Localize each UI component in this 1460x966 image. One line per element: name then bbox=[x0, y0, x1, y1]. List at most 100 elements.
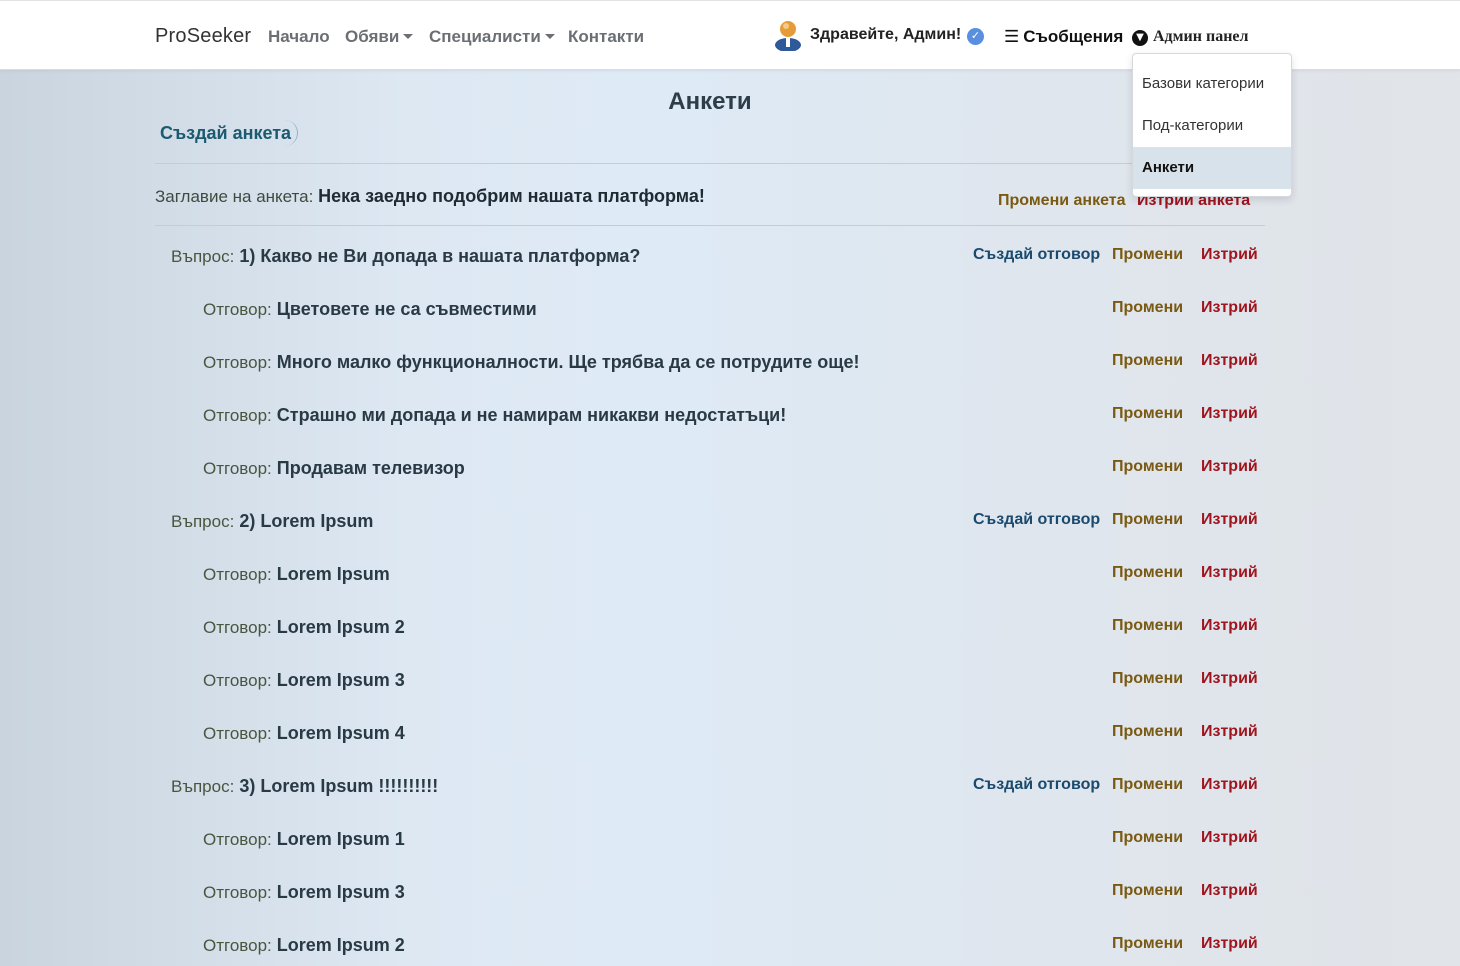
answer-label: Отговор: bbox=[203, 618, 272, 637]
answer-text: Отговор: Много малко функционалности. Ще… bbox=[203, 352, 859, 373]
create-answer-link[interactable]: Създай отговор bbox=[973, 246, 1100, 264]
edit-answer-link[interactable]: Промени bbox=[1112, 617, 1183, 635]
answer-value: Lorem Ipsum 2 bbox=[276, 935, 405, 955]
answer-label: Отговор: bbox=[203, 883, 272, 902]
question-label: Въпрос: bbox=[171, 512, 235, 531]
nav-specialists-dropdown[interactable]: Специалисти bbox=[429, 27, 555, 47]
nav-specialists-label: Специалисти bbox=[429, 27, 541, 46]
nav-ads-label: Обяви bbox=[345, 27, 400, 46]
dropdown-item-surveys[interactable]: Анкети bbox=[1133, 147, 1291, 189]
answer-row: Отговор: Страшно ми допада и не намирам … bbox=[0, 405, 1460, 435]
edit-answer-link[interactable]: Промени bbox=[1112, 458, 1183, 476]
answer-label: Отговор: bbox=[203, 565, 272, 584]
answer-text: Отговор: Lorem Ipsum 2 bbox=[203, 617, 405, 638]
survey-title: Заглавие на анкета: Нека заедно подобрим… bbox=[155, 186, 705, 207]
edit-answer-link[interactable]: Промени bbox=[1112, 670, 1183, 688]
brand-logo[interactable]: ProSeeker bbox=[155, 25, 251, 48]
answer-label: Отговор: bbox=[203, 459, 272, 478]
user-avatar-icon[interactable] bbox=[774, 19, 802, 51]
divider bbox=[155, 225, 1265, 226]
answer-row: Отговор: Lorem Ipsum 2 Промени Изтрий bbox=[0, 617, 1460, 647]
delete-question-link[interactable]: Изтрий bbox=[1201, 511, 1258, 529]
question-row: Въпрос: 2) Lorem Ipsum Създай отговор Пром… bbox=[0, 511, 1460, 541]
edit-answer-link[interactable]: Промени bbox=[1112, 405, 1183, 423]
admin-panel-toggle[interactable]: ▼ Админ панел bbox=[1132, 28, 1249, 46]
answer-row: Отговор: Lorem Ipsum Промени Изтрий bbox=[0, 564, 1460, 594]
answer-value: Lorem Ipsum 4 bbox=[276, 723, 405, 743]
edit-answer-link[interactable]: Промени bbox=[1112, 829, 1183, 847]
answer-value: Lorem Ipsum 3 bbox=[276, 882, 405, 902]
delete-question-link[interactable]: Изтрий bbox=[1201, 246, 1258, 264]
answer-value: Lorem Ipsum bbox=[276, 564, 390, 584]
answer-label: Отговор: bbox=[203, 353, 272, 372]
edit-answer-link[interactable]: Промени bbox=[1112, 723, 1183, 741]
answer-text: Отговор: Lorem Ipsum 3 bbox=[203, 882, 405, 903]
create-answer-link[interactable]: Създай отговор bbox=[973, 511, 1100, 529]
answer-value: Страшно ми допада и не намирам никакви н… bbox=[276, 405, 787, 425]
edit-answer-link[interactable]: Промени bbox=[1112, 882, 1183, 900]
answer-label: Отговор: bbox=[203, 724, 272, 743]
question-text: Въпрос: 1) Какво не Ви допада в нашата п… bbox=[171, 246, 640, 267]
nav-home[interactable]: Начало bbox=[268, 27, 330, 47]
verified-check-icon: ✓ bbox=[967, 28, 984, 45]
delete-answer-link[interactable]: Изтрий bbox=[1201, 617, 1258, 635]
edit-answer-link[interactable]: Промени bbox=[1112, 352, 1183, 370]
answer-text: Отговор: Продавам телевизор bbox=[203, 458, 465, 479]
chevron-down-icon bbox=[544, 34, 555, 39]
answer-text: Отговор: Lorem Ipsum 3 bbox=[203, 670, 405, 691]
answer-value: Цветовете не са съвместими bbox=[276, 299, 537, 319]
delete-answer-link[interactable]: Изтрий bbox=[1201, 405, 1258, 423]
nav-contacts[interactable]: Контакти bbox=[568, 27, 644, 47]
edit-answer-link[interactable]: Промени bbox=[1112, 564, 1183, 582]
answer-value: Много малко функционалности. Ще трябва д… bbox=[276, 352, 860, 372]
messages-link[interactable]: ☰ Съобщения bbox=[1004, 27, 1123, 47]
question-value: 3) Lorem Ipsum !!!!!!!!!! bbox=[239, 776, 439, 796]
edit-answer-link[interactable]: Промени bbox=[1112, 935, 1183, 953]
delete-answer-link[interactable]: Изтрий bbox=[1201, 723, 1258, 741]
delete-answer-link[interactable]: Изтрий bbox=[1201, 829, 1258, 847]
delete-answer-link[interactable]: Изтрий bbox=[1201, 352, 1258, 370]
answer-row: Отговор: Продавам телевизор Промени Изтрий bbox=[0, 458, 1460, 488]
delete-answer-link[interactable]: Изтрий bbox=[1201, 882, 1258, 900]
answer-row: Отговор: Lorem Ipsum 1 Промени Изтрий bbox=[0, 829, 1460, 859]
edit-question-link[interactable]: Промени bbox=[1112, 776, 1183, 794]
answer-row: Отговор: Lorem Ipsum 3 Промени Изтрий bbox=[0, 670, 1460, 700]
answer-value: Lorem Ipsum 3 bbox=[276, 670, 405, 690]
delete-question-link[interactable]: Изтрий bbox=[1201, 776, 1258, 794]
create-survey-button[interactable]: Създай анкета bbox=[160, 120, 299, 146]
answer-value: Lorem Ipsum 2 bbox=[276, 617, 405, 637]
survey-title-value: Нека заедно подобрим нашата платформа! bbox=[318, 186, 705, 206]
question-row: Въпрос: 3) Lorem Ipsum !!!!!!!!!! Създай … bbox=[0, 776, 1460, 806]
divider bbox=[155, 163, 1265, 164]
answer-label: Отговор: bbox=[203, 830, 272, 849]
delete-answer-link[interactable]: Изтрий bbox=[1201, 458, 1258, 476]
delete-answer-link[interactable]: Изтрий bbox=[1201, 299, 1258, 317]
answer-label: Отговор: bbox=[203, 936, 272, 955]
answer-text: Отговор: Lorem Ipsum 4 bbox=[203, 723, 405, 744]
edit-survey-link[interactable]: Промени анкета bbox=[998, 192, 1126, 210]
answer-text: Отговор: Lorem Ipsum bbox=[203, 564, 390, 585]
create-answer-link[interactable]: Създай отговор bbox=[973, 776, 1100, 794]
dropdown-item-base-categories[interactable]: Базови категории bbox=[1133, 63, 1291, 105]
question-label: Въпрос: bbox=[171, 247, 235, 266]
delete-answer-link[interactable]: Изтрий bbox=[1201, 564, 1258, 582]
edit-answer-link[interactable]: Промени bbox=[1112, 299, 1183, 317]
question-text: Въпрос: 2) Lorem Ipsum bbox=[171, 511, 373, 532]
answer-label: Отговор: bbox=[203, 671, 272, 690]
answer-text: Отговор: Lorem Ipsum 2 bbox=[203, 935, 405, 956]
chevron-down-icon bbox=[403, 34, 414, 39]
delete-answer-link[interactable]: Изтрий bbox=[1201, 935, 1258, 953]
question-text: Въпрос: 3) Lorem Ipsum !!!!!!!!!! bbox=[171, 776, 438, 797]
answer-row: Отговор: Lorem Ipsum 4 Промени Изтрий bbox=[0, 723, 1460, 753]
dropdown-item-subcategories[interactable]: Под-категории bbox=[1133, 105, 1291, 147]
nav-ads-dropdown[interactable]: Обяви bbox=[345, 27, 414, 47]
answer-row: Отговор: Цветовете не са съвместими Проме… bbox=[0, 299, 1460, 329]
answer-row: Отговор: Lorem Ipsum 2 Промени Изтрий bbox=[0, 935, 1460, 965]
survey-title-label: Заглавие на анкета: bbox=[155, 187, 314, 206]
delete-answer-link[interactable]: Изтрий bbox=[1201, 670, 1258, 688]
edit-question-link[interactable]: Промени bbox=[1112, 511, 1183, 529]
answer-label: Отговор: bbox=[203, 300, 272, 319]
answer-label: Отговор: bbox=[203, 406, 272, 425]
question-label: Въпрос: bbox=[171, 777, 235, 796]
edit-question-link[interactable]: Промени bbox=[1112, 246, 1183, 264]
